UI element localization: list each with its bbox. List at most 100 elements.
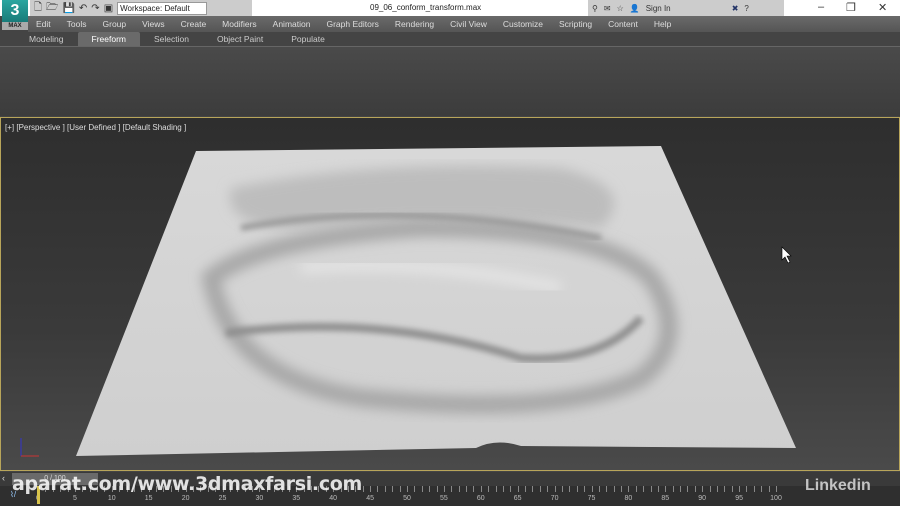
frame-label: 5 bbox=[72, 495, 77, 502]
frame-tick bbox=[495, 486, 497, 492]
frame-tick bbox=[407, 486, 408, 492]
frame-tick bbox=[466, 486, 468, 492]
communication-icon[interactable]: ✉ bbox=[604, 4, 611, 13]
tab-object-paint[interactable]: Object Paint bbox=[203, 32, 277, 46]
frame-tick bbox=[657, 486, 659, 492]
perspective-viewport[interactable]: [+] [Perspective ] [User Defined ] [Defa… bbox=[0, 117, 900, 471]
new-file-icon[interactable]: 🗋 bbox=[34, 0, 42, 17]
menu-bar: Edit Tools Group Views Create Modifiers Animat… bbox=[28, 16, 900, 32]
frame-tick bbox=[591, 486, 593, 492]
frame-label: 85 bbox=[661, 495, 670, 502]
frame-tick bbox=[451, 486, 453, 492]
frame-label: 75 bbox=[587, 495, 596, 502]
frame-label: 90 bbox=[698, 495, 707, 502]
frame-tick bbox=[502, 486, 504, 492]
tab-modeling[interactable]: Modeling bbox=[15, 32, 78, 46]
save-icon[interactable]: 💾 bbox=[62, 3, 74, 14]
user-icon: 👤 bbox=[629, 3, 640, 13]
close-button[interactable]: ✕ bbox=[878, 1, 887, 14]
undo-icon[interactable]: ↶ bbox=[79, 3, 87, 14]
frame-tick bbox=[539, 486, 541, 492]
frame-tick bbox=[680, 486, 682, 492]
info-center: ⚲ ✉ ☆ 👤 Sign In ✖ ? bbox=[588, 0, 784, 16]
frame-tick bbox=[621, 486, 623, 492]
linkedin-logo: Linkedin bbox=[805, 477, 871, 494]
redo-icon[interactable]: ↷ bbox=[91, 3, 99, 14]
menu-customize[interactable]: Customize bbox=[495, 16, 551, 32]
frame-label: 35 bbox=[292, 495, 301, 502]
frame-tick bbox=[643, 486, 645, 492]
frame-tick bbox=[554, 486, 556, 492]
app-logo-button[interactable]: 3 MAX bbox=[2, 0, 28, 30]
frame-tick bbox=[399, 486, 401, 492]
tab-selection[interactable]: Selection bbox=[140, 32, 203, 46]
ribbon-tabs: Modeling Freeform Selection Object Paint Pop… bbox=[0, 32, 900, 46]
help-icon[interactable]: ? bbox=[744, 4, 748, 13]
restore-button[interactable]: ❐ bbox=[846, 1, 856, 14]
menu-edit[interactable]: Edit bbox=[28, 16, 59, 32]
menu-content[interactable]: Content bbox=[600, 16, 646, 32]
frame-tick bbox=[761, 486, 763, 492]
menu-create[interactable]: Create bbox=[173, 16, 215, 32]
menu-civil-view[interactable]: Civil View bbox=[442, 16, 495, 32]
menu-modifiers[interactable]: Modifiers bbox=[214, 16, 264, 32]
tab-freeform[interactable]: Freeform bbox=[77, 32, 140, 46]
frame-label: 40 bbox=[329, 495, 338, 502]
project-icon[interactable]: ▣ bbox=[104, 3, 113, 14]
frame-tick bbox=[739, 486, 741, 492]
frame-tick bbox=[628, 486, 630, 492]
menu-graph-editors[interactable]: Graph Editors bbox=[318, 16, 386, 32]
workspace-dropdown[interactable]: Workspace: Default bbox=[117, 1, 208, 15]
star-icon[interactable]: ☆ bbox=[617, 4, 624, 13]
frame-label: 15 bbox=[144, 495, 153, 502]
sign-in-button[interactable]: Sign In bbox=[646, 4, 726, 13]
frame-label: 55 bbox=[439, 495, 448, 502]
frame-tick bbox=[458, 486, 460, 492]
frame-label: 80 bbox=[624, 495, 633, 502]
frame-label: 65 bbox=[513, 495, 522, 502]
frame-tick bbox=[584, 486, 586, 492]
exchange-icon[interactable]: ✖ bbox=[732, 4, 739, 13]
menu-animation[interactable]: Animation bbox=[265, 16, 319, 32]
frame-label: 10 bbox=[107, 495, 116, 502]
frame-tick bbox=[488, 486, 490, 492]
frame-tick bbox=[532, 486, 534, 492]
watermark: aparat.com/www.3dmaxfarsi.com bbox=[12, 473, 363, 495]
frame-tick bbox=[370, 486, 372, 492]
window-title: 09_06_conform_transform.max bbox=[370, 3, 482, 12]
frame-tick bbox=[776, 486, 777, 492]
terrain-mesh bbox=[20, 146, 796, 457]
menu-scripting[interactable]: Scripting bbox=[551, 16, 600, 32]
binoculars-icon[interactable]: ⚲ bbox=[592, 4, 598, 13]
frame-tick bbox=[421, 486, 423, 492]
frame-tick bbox=[702, 486, 704, 492]
frame-tick bbox=[635, 486, 637, 492]
frame-tick bbox=[377, 486, 379, 492]
frame-label: 30 bbox=[255, 495, 264, 502]
frame-label: 20 bbox=[181, 495, 190, 502]
frame-tick bbox=[716, 486, 718, 492]
frame-tick bbox=[436, 486, 438, 492]
frame-tick bbox=[724, 486, 726, 492]
frame-label: 50 bbox=[403, 495, 411, 502]
open-file-icon[interactable]: 🗁 bbox=[46, 0, 58, 17]
quick-access-toolbar: 🗋 🗁 💾 ↶ ↷ ▣ Workspace: Default bbox=[30, 0, 252, 16]
frame-tick bbox=[362, 486, 364, 492]
frame-tick bbox=[443, 486, 445, 492]
frame-tick bbox=[606, 486, 608, 492]
frame-label: 25 bbox=[218, 495, 227, 502]
menu-rendering[interactable]: Rendering bbox=[387, 16, 442, 32]
minimize-button[interactable]: – bbox=[818, 1, 824, 13]
frame-tick bbox=[672, 486, 674, 492]
frame-tick bbox=[517, 486, 519, 492]
frame-tick bbox=[709, 486, 711, 492]
menu-tools[interactable]: Tools bbox=[59, 16, 95, 32]
frame-tick bbox=[746, 486, 748, 492]
prev-frame-icon[interactable]: ‹ bbox=[2, 473, 5, 483]
menu-help[interactable]: Help bbox=[646, 16, 679, 32]
frame-tick bbox=[694, 486, 696, 492]
menu-group[interactable]: Group bbox=[95, 16, 135, 32]
menu-views[interactable]: Views bbox=[134, 16, 173, 32]
mouse-cursor-icon bbox=[781, 246, 792, 264]
tab-populate[interactable]: Populate bbox=[277, 32, 339, 46]
